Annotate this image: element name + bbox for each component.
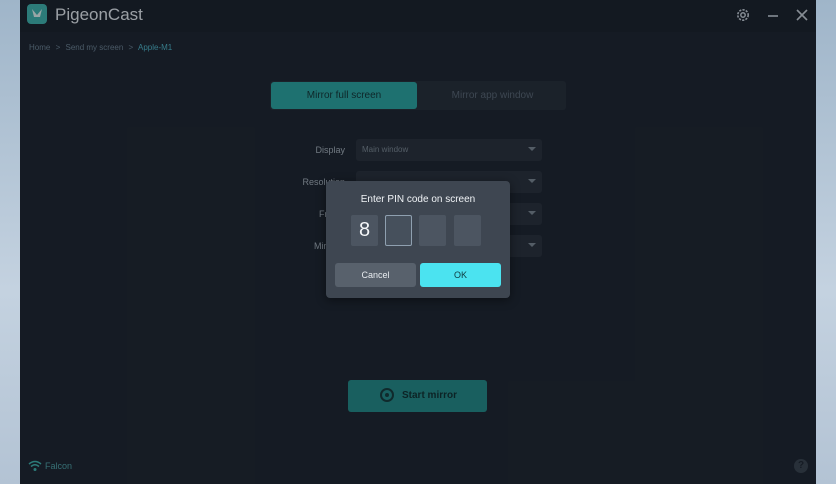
pin-code-dialog: Enter PIN code on screen 8 Cancel OK — [326, 181, 510, 298]
pin-digit-1[interactable]: 8 — [351, 215, 378, 246]
pin-digit-4[interactable] — [454, 215, 481, 246]
cancel-button[interactable]: Cancel — [335, 263, 416, 287]
ok-button[interactable]: OK — [420, 263, 501, 287]
pin-digit-3[interactable] — [419, 215, 446, 246]
app-window: PigeonCast Home > Send my screen > Apple… — [20, 0, 816, 484]
pin-digit-2[interactable] — [385, 215, 412, 246]
dialog-title: Enter PIN code on screen — [360, 194, 476, 205]
